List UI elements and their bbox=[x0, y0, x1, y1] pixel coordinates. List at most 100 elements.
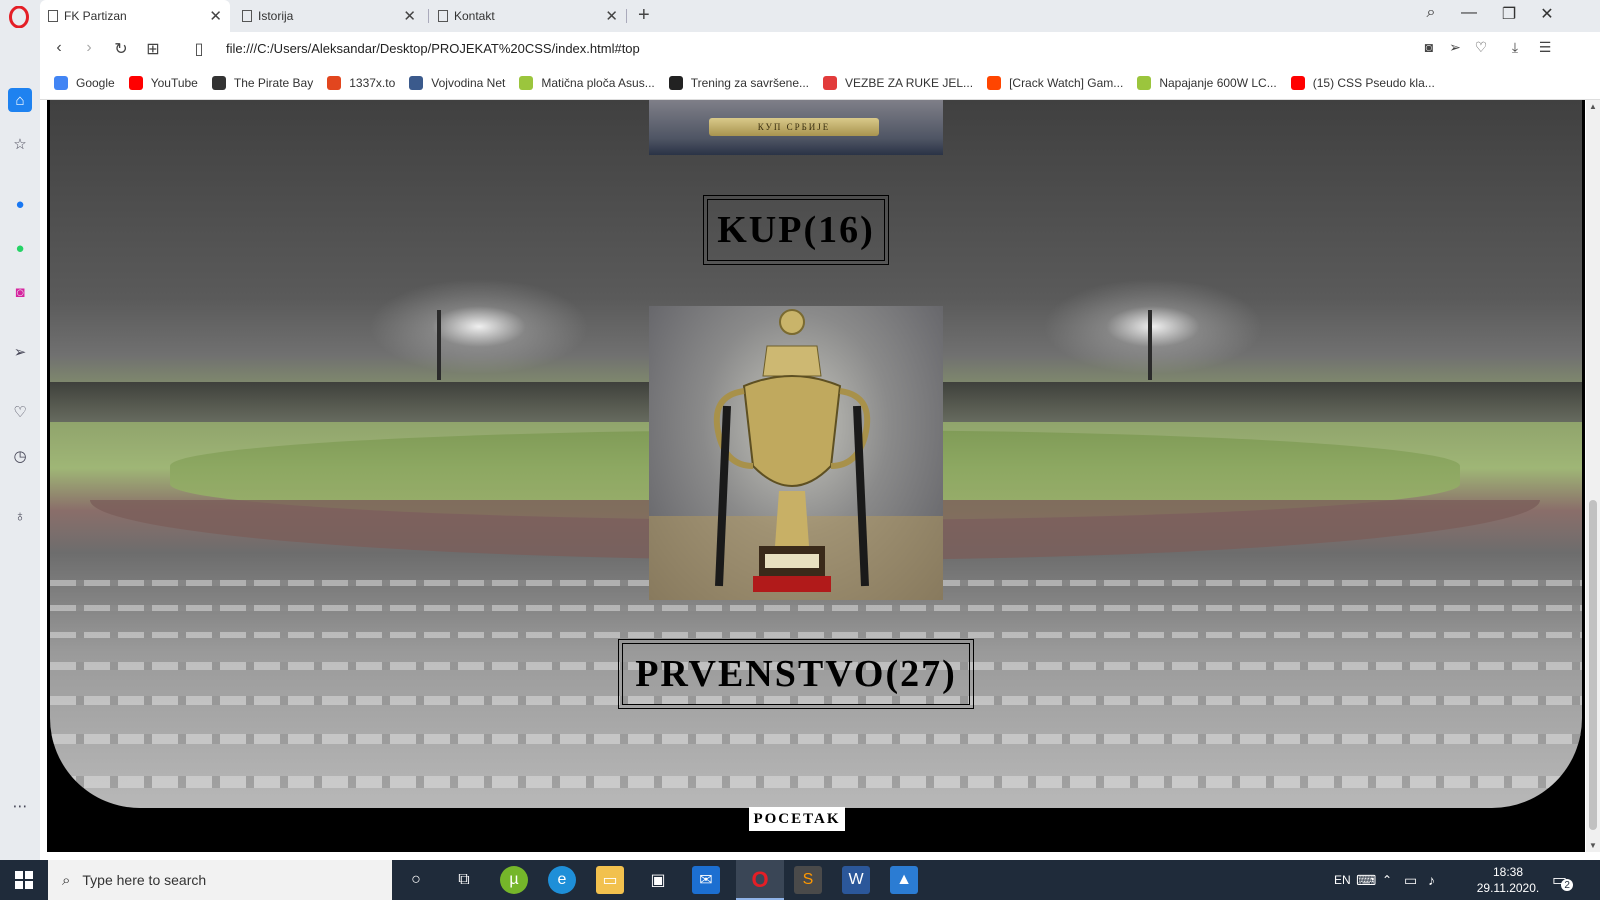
taskbar: ⌕ Type here to search ○ ⧉ µ e ▭ ▣ ✉ O S … bbox=[0, 860, 1600, 900]
bookmark-item[interactable]: The Pirate Bay bbox=[211, 75, 314, 90]
site-icon bbox=[823, 75, 838, 90]
scrollbar[interactable]: ▲ ▼ bbox=[1586, 100, 1600, 852]
close-window-icon[interactable]: ✕ bbox=[1532, 4, 1562, 24]
tab-separator bbox=[626, 9, 627, 23]
bookmark-label: Google bbox=[76, 75, 115, 90]
bookmark-item[interactable]: 1337x.to bbox=[327, 75, 395, 90]
edge-icon[interactable]: e bbox=[548, 866, 576, 894]
bookmark-label: Vojvodina Net bbox=[431, 75, 506, 90]
home-icon[interactable]: ⌂ bbox=[8, 88, 32, 112]
bookmark-item[interactable]: Napajanje 600W LC... bbox=[1137, 75, 1277, 90]
notification-count-badge: 2 bbox=[1561, 879, 1574, 891]
mail-icon[interactable]: ✉ bbox=[692, 866, 720, 894]
pirate-ship-icon bbox=[211, 75, 226, 90]
minimize-icon[interactable]: — bbox=[1454, 4, 1484, 22]
file-explorer-icon[interactable]: ▭ bbox=[596, 866, 624, 894]
tabs-grid-icon[interactable]: ⊞ bbox=[142, 39, 164, 59]
forward-icon[interactable]: › bbox=[78, 39, 100, 57]
url-field[interactable]: file:///C:/Users/Aleksandar/Desktop/PROJ… bbox=[226, 41, 640, 56]
heart-icon[interactable]: ♡ bbox=[1470, 39, 1492, 56]
windows-logo-icon bbox=[15, 871, 33, 889]
messenger-icon[interactable]: ● bbox=[8, 192, 32, 216]
keyboard-icon[interactable]: ⌨ bbox=[1356, 860, 1376, 900]
tray-chevron-icon[interactable]: ⌃ bbox=[1382, 860, 1392, 900]
bookmark-label: Trening za savršene... bbox=[690, 75, 810, 90]
tab-label: Istorija bbox=[258, 9, 294, 23]
whatsapp-icon[interactable]: ● bbox=[8, 236, 32, 260]
clock-date: 29.11.2020. bbox=[1476, 881, 1540, 895]
close-tab-icon[interactable]: ✕ bbox=[403, 7, 416, 25]
send-icon[interactable]: ➢ bbox=[1444, 39, 1466, 56]
instagram-icon[interactable]: ◙ bbox=[8, 280, 32, 304]
close-tab-icon[interactable]: ✕ bbox=[209, 7, 222, 25]
pocetak-button[interactable]: POCETAK bbox=[749, 807, 845, 831]
bookmark-item[interactable]: Matična ploča Asus... bbox=[519, 75, 655, 90]
championship-trophy-image bbox=[649, 306, 943, 600]
history-icon[interactable]: ◷ bbox=[8, 444, 32, 468]
bookmark-item[interactable]: Trening za savršene... bbox=[668, 75, 810, 90]
search-tabs-icon[interactable]: ⌕ bbox=[1416, 4, 1446, 22]
search-placeholder: Type here to search bbox=[82, 872, 207, 888]
reload-icon[interactable]: ↻ bbox=[110, 39, 132, 59]
search-icon: ⌕ bbox=[62, 871, 71, 889]
tab-fk-partizan[interactable]: FK Partizan ✕ bbox=[40, 0, 230, 32]
tab-kontakt[interactable]: Kontakt ✕ bbox=[430, 0, 626, 32]
scroll-up-icon[interactable]: ▲ bbox=[1589, 102, 1597, 111]
seat-row bbox=[50, 605, 1582, 611]
cup-plaque: КУП СРБИЈЕ bbox=[709, 118, 879, 136]
language-indicator[interactable]: EN bbox=[1334, 860, 1351, 900]
bookmark-label: The Pirate Bay bbox=[233, 75, 314, 90]
more-icon[interactable]: ⋯ bbox=[8, 794, 32, 818]
system-clock[interactable]: 18:38 29.11.2020. bbox=[1476, 864, 1540, 896]
bookmark-item[interactable]: [Crack Watch] Gam... bbox=[987, 75, 1123, 90]
opera-logo-icon[interactable] bbox=[8, 6, 30, 28]
notification-center-button[interactable]: ▭ 2 bbox=[1552, 860, 1574, 900]
bookmark-label: (15) CSS Pseudo kla... bbox=[1312, 75, 1435, 90]
kup-title: KUP(16) bbox=[703, 195, 889, 265]
bookmark-label: VEZBE ZA RUKE JEL... bbox=[845, 75, 974, 90]
sublime-text-icon[interactable]: S bbox=[794, 866, 822, 894]
photos-icon[interactable]: ▲ bbox=[890, 866, 918, 894]
word-icon[interactable]: W bbox=[842, 866, 870, 894]
opera-browser-icon[interactable]: O bbox=[746, 866, 774, 894]
floodlight-mast bbox=[437, 310, 441, 380]
windows-start-button[interactable] bbox=[0, 860, 48, 900]
google-icon bbox=[54, 75, 68, 90]
document-icon bbox=[242, 10, 252, 22]
menu-icon[interactable]: ☰ bbox=[1534, 39, 1556, 56]
cortana-icon[interactable]: ○ bbox=[402, 866, 430, 894]
bookmark-label: Matična ploča Asus... bbox=[541, 75, 655, 90]
floodlight-mast bbox=[1148, 310, 1152, 380]
bookmark-item[interactable]: Vojvodina Net bbox=[409, 75, 506, 90]
document-icon bbox=[438, 10, 448, 22]
back-icon[interactable]: ‹ bbox=[48, 39, 70, 57]
download-icon[interactable]: ⤓ bbox=[1504, 39, 1526, 56]
scroll-thumb[interactable] bbox=[1589, 500, 1597, 830]
camera-icon[interactable]: ◙ bbox=[1418, 39, 1440, 55]
volume-icon[interactable]: ♪ bbox=[1428, 860, 1435, 900]
speed-dial-icon[interactable]: ☆ bbox=[8, 132, 32, 156]
close-tab-icon[interactable]: ✕ bbox=[605, 7, 618, 25]
bookmark-item[interactable]: Google bbox=[54, 75, 115, 90]
flow-send-icon[interactable]: ➢ bbox=[8, 340, 32, 364]
store-icon[interactable]: ▣ bbox=[644, 866, 672, 894]
task-view-icon[interactable]: ⧉ bbox=[450, 866, 478, 894]
new-tab-icon[interactable]: + bbox=[638, 4, 650, 27]
tab-istorija[interactable]: Istorija ✕ bbox=[234, 0, 424, 32]
v-icon bbox=[409, 75, 424, 90]
bookmark-item[interactable]: YouTube bbox=[128, 75, 198, 90]
sidebar: ⌂ ☆ ● ● ◙ ➢ ♡ ◷ ♁ ⋯ bbox=[0, 32, 40, 860]
restore-icon[interactable]: ❐ bbox=[1494, 4, 1524, 24]
scroll-down-icon[interactable]: ▼ bbox=[1589, 841, 1597, 850]
bookmark-item[interactable]: (15) CSS Pseudo kla... bbox=[1290, 75, 1435, 90]
youtube-icon bbox=[128, 75, 143, 90]
prvenstvo-title: PRVENSTVO(27) bbox=[618, 639, 974, 709]
bookmarks-heart-icon[interactable]: ♡ bbox=[8, 400, 32, 424]
personal-news-icon[interactable]: ♁ bbox=[8, 504, 32, 528]
tab-separator bbox=[428, 9, 429, 23]
seat-row bbox=[50, 776, 1582, 788]
network-icon[interactable]: ▭ bbox=[1404, 860, 1417, 900]
bookmark-item[interactable]: VEZBE ZA RUKE JEL... bbox=[823, 75, 974, 90]
taskbar-search[interactable]: ⌕ Type here to search bbox=[48, 860, 392, 900]
utorrent-icon[interactable]: µ bbox=[500, 866, 528, 894]
